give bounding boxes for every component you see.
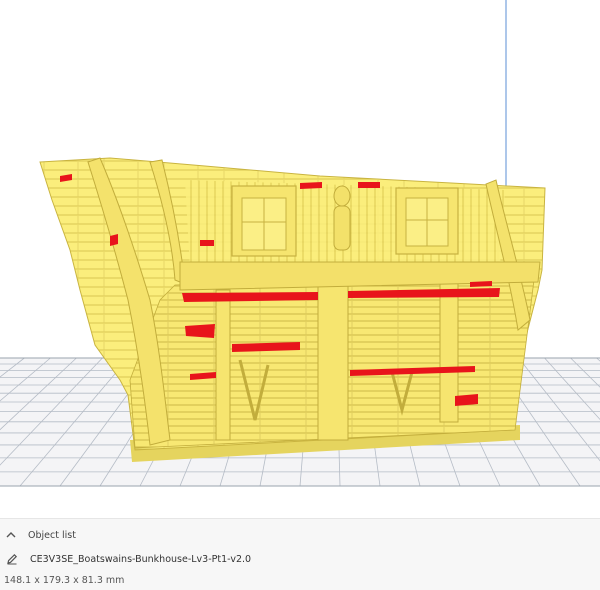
scene-canvas[interactable] xyxy=(0,0,600,518)
3d-viewport[interactable] xyxy=(0,0,600,518)
object-dimensions: 148.1 x 179.3 x 81.3 mm xyxy=(4,574,125,586)
object-name[interactable]: CE3V3SE_Boatswains-Bunkhouse-Lv3-Pt1-v2.… xyxy=(30,554,251,565)
object-list-label[interactable]: Object list xyxy=(28,530,76,541)
slicer-window: Object list CE3V3SE_Boatswains-Bunkhouse… xyxy=(0,0,600,590)
chevron-up-icon[interactable] xyxy=(4,528,18,542)
object-dimensions-row: 148.1 x 179.3 x 81.3 mm xyxy=(0,571,600,589)
pencil-icon xyxy=(5,552,19,566)
object-panel: Object list CE3V3SE_Boatswains-Bunkhouse… xyxy=(0,518,600,590)
object-list-item[interactable]: CE3V3SE_Boatswains-Bunkhouse-Lv3-Pt1-v2.… xyxy=(0,549,600,569)
object-list-header[interactable]: Object list xyxy=(0,525,600,545)
